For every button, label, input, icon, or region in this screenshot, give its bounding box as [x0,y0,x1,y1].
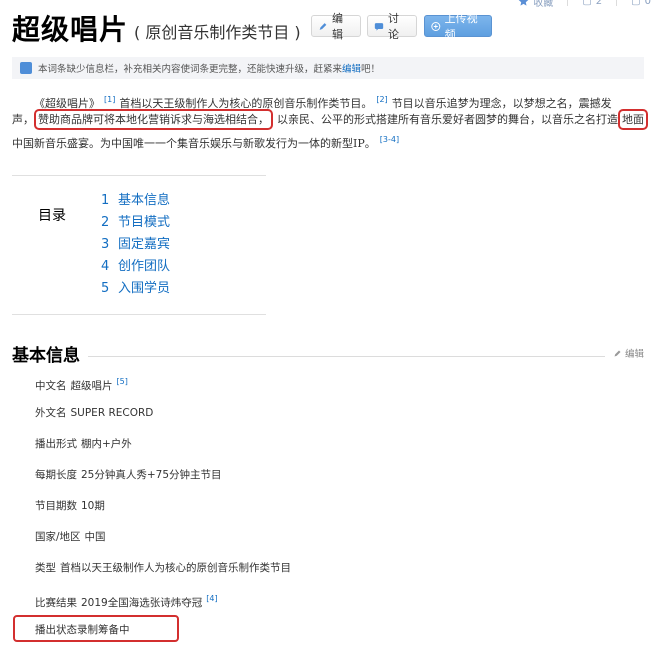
toc-label: 基本信息 [118,193,171,208]
summary-text: 声， [12,113,34,126]
info-notice: 本词条缺少信息栏，补充相关内容使词条更完整，还能快速升级，赶紧来编辑吧！ [12,57,644,79]
notice-tail: 吧！ [361,64,381,75]
info-label: 类型 [35,562,56,574]
toc-number: 5 [101,281,110,296]
toc-number: 1 [101,193,110,208]
notice-edit-link[interactable]: 编辑 [342,64,361,75]
info-label: 外文名 [35,407,67,419]
page-subtitle: ( 原创音乐制作类节目 ) [134,23,301,42]
edit-notice-icon [20,62,32,74]
notice-message: 本词条缺少信息栏，补充相关内容使词条更完整，还能快速升级，赶紧来 [38,64,343,75]
info-value: SUPER RECORD [70,407,154,419]
chat-icon [374,22,384,31]
toc-item[interactable]: 5 入围学员 [101,278,170,300]
summary-text: 以亲民、公平的形式搭建所有音乐爱好者圆梦的舞台，以音乐之名打造 [277,113,618,126]
info-value: 2019全国海选张诗炜夺冠 [81,597,203,609]
info-row: 外文名 SUPER RECORD [35,401,291,432]
share-action[interactable]: ▢ 0 [631,0,651,9]
toc-item[interactable]: 1 基本信息 [101,190,170,212]
page-title: 超级唱片 [12,13,129,46]
basic-info-list: 中文名 超级唱片 [5] 外文名 SUPER RECORD 播出形式 棚内+户外 每期长… [35,370,291,645]
table-of-contents: 目录 1 基本信息 2 节目模式 3 固定嘉宾 4 创作团队 5 入围学员 [12,175,266,315]
edit-button[interactable]: 编辑 [311,12,361,41]
notice-text: 本词条缺少信息栏，补充相关内容使词条更完整，还能快速升级，赶紧来编辑吧！ [38,61,380,75]
reference-link[interactable]: [1] [104,95,115,104]
edit-button-label: 编辑 [332,12,343,41]
reference-link[interactable]: [3-4] [380,135,399,144]
info-label: 节目期数 [35,500,77,512]
info-label: 播出形式 [35,438,77,450]
info-label: 国家/地区 [35,531,81,543]
toc-label: 节目模式 [118,215,171,230]
info-value: 棚内+户外 [81,438,132,450]
toc-number: 4 [101,259,110,274]
info-row: 每期长度 25分钟真人秀+75分钟主节目 [35,463,291,494]
toc-item[interactable]: 2 节目模式 [101,212,170,234]
upload-video-button[interactable]: 上传视频 [424,12,492,41]
plus-circle-icon [431,21,441,31]
highlighted-text: 地面 [618,109,648,130]
info-value: 超级唱片 [70,380,113,392]
section-edit-link[interactable]: 编辑 [613,346,644,360]
highlighted-text: 赞助商品牌可将本地化营销诉求与海选相结合， [34,109,273,130]
divider [567,0,569,6]
summary-text: 中国新音乐盛宴。为中国唯一一个集音乐娱乐与新歌发行为一体的新型IP。 [12,137,376,150]
upload-button-label: 上传视频 [444,12,478,41]
section-divider [88,355,605,357]
collect-label: 收藏 [533,0,554,9]
divider [616,0,618,6]
share-count: 0 [644,0,651,7]
info-label: 中文名 [35,380,67,392]
discuss-button-label: 讨论 [388,12,399,41]
info-value: 中国 [84,531,106,543]
section-edit-label: 编辑 [624,349,644,360]
info-row: 比赛结果 2019全国海选张诗炜夺冠 [4] [35,587,291,618]
toc-label: 固定嘉宾 [118,237,171,252]
info-row: 国家/地区 中国 [35,525,291,556]
toc-title: 目录 [38,208,66,224]
share-icon: ▢ [631,0,641,7]
toc-label: 入围学员 [118,281,171,296]
highlight-box [13,615,179,642]
summary-paragraph: 《超级唱片》 [1] 首档以天王级制作人为核心的原创音乐制作类节目。 [2] 节目以音乐… [12,90,648,150]
toc-number: 3 [101,237,110,252]
info-value: 25分钟真人秀+75分钟主节目 [81,469,222,481]
info-value: 10期 [81,500,105,512]
toc-item[interactable]: 4 创作团队 [101,256,170,278]
reference-link[interactable]: [2] [376,95,387,104]
toc-number: 2 [101,215,110,230]
collect-action[interactable]: 收藏 [518,0,553,9]
like-count: 2 [595,0,603,7]
info-value: 首档以天王级制作人为核心的原创音乐制作类节目 [60,562,291,574]
top-actions: 收藏 ▢ 2 ▢ 0 [518,0,651,9]
info-label: 每期长度 [35,469,77,481]
toc-list: 1 基本信息 2 节目模式 3 固定嘉宾 4 创作团队 5 入围学员 [101,190,170,300]
section-title: 基本信息 [12,340,88,366]
discuss-button[interactable]: 讨论 [367,12,417,41]
like-action[interactable]: ▢ 2 [582,0,602,9]
reference-link[interactable]: [5] [117,377,128,386]
info-row: 节目期数 10期 [35,494,291,525]
pencil-icon [319,22,327,30]
toc-item[interactable]: 3 固定嘉宾 [101,234,170,256]
star-icon [519,0,529,6]
summary-text: 节目以音乐追梦为理念，以梦想之名，震撼发 [391,97,612,110]
info-row: 类型 首档以天王级制作人为核心的原创音乐制作类节目 [35,556,291,587]
reference-link[interactable]: [4] [206,594,217,603]
info-label: 比赛结果 [35,597,77,609]
pencil-icon [614,350,621,356]
info-row: 中文名 超级唱片 [5] [35,370,291,401]
thumb-icon: ▢ [582,0,592,7]
info-row: 播出形式 棚内+户外 [35,432,291,463]
section-header: 基本信息 编辑 [12,340,644,366]
title-row: 超级唱片 ( 原创音乐制作类节目 ) [12,8,301,48]
toc-label: 创作团队 [118,259,171,274]
